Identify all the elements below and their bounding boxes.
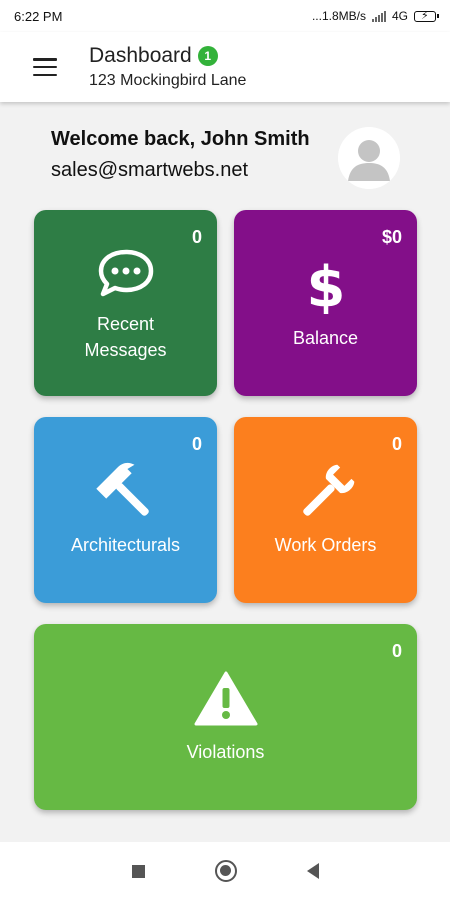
battery-charging-icon: ⚡ [414, 10, 439, 22]
welcome-section: Welcome back, John Smith sales@smartwebs… [51, 128, 341, 182]
warning-triangle-icon [34, 670, 417, 726]
architecturals-count: 0 [191, 434, 202, 454]
home-circle-icon[interactable] [214, 860, 237, 882]
messages-count: 0 [191, 227, 202, 247]
hamburger-menu-icon[interactable] [33, 58, 57, 76]
violations-tile[interactable]: 0 Violations [34, 624, 417, 810]
balance-tile[interactable]: $0 $ Balance [234, 210, 417, 396]
page-title: Dashboard [89, 44, 192, 67]
balance-amount: $0 [381, 227, 402, 247]
recent-messages-tile[interactable]: 0 Recent Messages [34, 210, 217, 396]
network-type: 4G [391, 9, 408, 23]
wrench-icon [234, 461, 417, 525]
balance-label: Balance [292, 328, 359, 348]
violations-count: 0 [391, 641, 402, 661]
svg-text:$: $ [306, 255, 345, 314]
welcome-greeting: Welcome back, John Smith [51, 128, 310, 150]
status-bar: 6:22 PM ...1.8MB/s 4G ⚡ [0, 0, 450, 32]
architecturals-label: Architecturals [70, 535, 181, 555]
hammer-icon [34, 461, 217, 525]
system-nav-bar [0, 842, 450, 900]
back-triangle-icon[interactable] [306, 863, 319, 879]
label-line-2: Messages [84, 340, 167, 360]
status-indicators: ...1.8MB/s 4G ⚡ [311, 9, 439, 23]
recent-messages-label: Recent Messages [34, 311, 217, 363]
app-bar: Dashboard 1 123 Mockingbird Lane [0, 32, 450, 102]
work-orders-label: Work Orders [274, 535, 377, 555]
status-time: 6:22 PM [14, 8, 63, 24]
recents-square-icon[interactable] [131, 864, 145, 878]
user-email: sales@smartwebs.net [51, 159, 249, 181]
notification-badge[interactable]: 1 [197, 46, 218, 66]
violations-label: Violations [186, 742, 265, 762]
chat-bubble-icon [34, 248, 217, 298]
label-line-1: Recent [96, 314, 155, 334]
work-orders-count: 0 [391, 434, 402, 454]
avatar[interactable] [338, 127, 400, 189]
app-bar-titles: Dashboard 1 123 Mockingbird Lane [89, 44, 246, 90]
title-row: Dashboard 1 [89, 44, 246, 68]
signal-icon [371, 10, 386, 22]
network-speed: ...1.8MB/s [311, 9, 366, 23]
user-avatar-icon [338, 127, 400, 189]
dollar-sign-icon: $ [234, 254, 417, 314]
work-orders-tile[interactable]: 0 Work Orders [234, 417, 417, 603]
property-address: 123 Mockingbird Lane [89, 72, 247, 89]
architecturals-tile[interactable]: 0 Architecturals [34, 417, 217, 603]
